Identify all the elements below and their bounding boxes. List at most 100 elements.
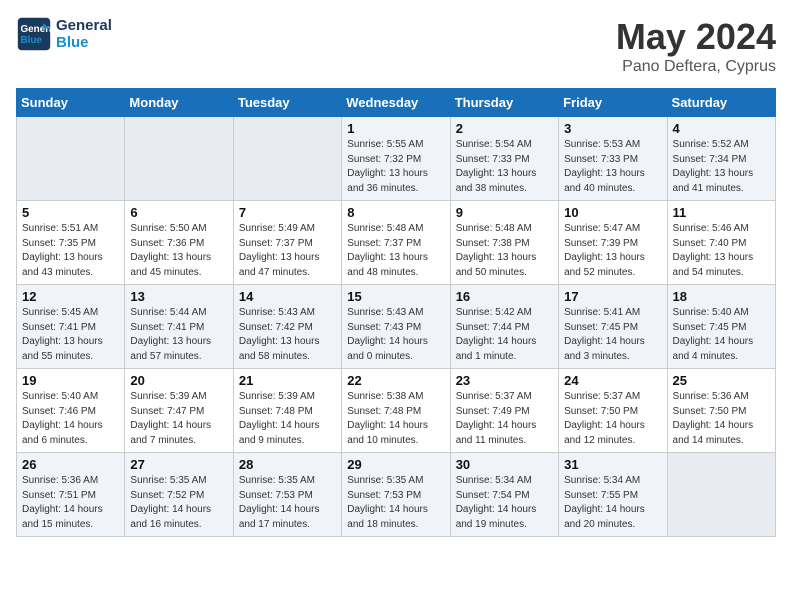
calendar-cell: 16 Sunrise: 5:42 AM Sunset: 7:44 PM Dayli…: [450, 285, 558, 369]
day-number: 1: [347, 121, 444, 136]
cell-info: Sunrise: 5:37 AM Sunset: 7:50 PM Dayligh…: [564, 390, 661, 448]
calendar-cell: 15 Sunrise: 5:43 AM Sunset: 7:43 PM Dayli…: [342, 285, 450, 369]
calendar-cell: 7 Sunrise: 5:49 AM Sunset: 7:37 PM Daylig…: [233, 201, 341, 285]
day-number: 2: [456, 121, 553, 136]
cell-info: Sunrise: 5:36 AM Sunset: 7:50 PM Dayligh…: [673, 390, 770, 448]
calendar-cell: 13 Sunrise: 5:44 AM Sunset: 7:41 PM Dayli…: [125, 285, 233, 369]
weekday-header: Wednesday: [342, 89, 450, 117]
day-number: 3: [564, 121, 661, 136]
calendar-cell: 3 Sunrise: 5:53 AM Sunset: 7:33 PM Daylig…: [559, 117, 667, 201]
day-number: 11: [673, 205, 770, 220]
cell-info: Sunrise: 5:49 AM Sunset: 7:37 PM Dayligh…: [239, 222, 336, 280]
cell-info: Sunrise: 5:43 AM Sunset: 7:43 PM Dayligh…: [347, 306, 444, 364]
cell-info: Sunrise: 5:38 AM Sunset: 7:48 PM Dayligh…: [347, 390, 444, 448]
calendar-cell: 6 Sunrise: 5:50 AM Sunset: 7:36 PM Daylig…: [125, 201, 233, 285]
calendar-cell: 11 Sunrise: 5:46 AM Sunset: 7:40 PM Dayli…: [667, 201, 775, 285]
calendar-cell: [667, 453, 775, 537]
cell-info: Sunrise: 5:36 AM Sunset: 7:51 PM Dayligh…: [22, 474, 119, 532]
cell-info: Sunrise: 5:52 AM Sunset: 7:34 PM Dayligh…: [673, 138, 770, 196]
calendar-cell: 14Sunrise: 5:43 AM Sunset: 7:42 PM Dayli…: [233, 285, 341, 369]
cell-info: Sunrise: 5:47 AM Sunset: 7:39 PM Dayligh…: [564, 222, 661, 280]
cell-info: Sunrise: 5:53 AM Sunset: 7:33 PM Dayligh…: [564, 138, 661, 196]
day-number: 17: [564, 289, 661, 304]
cell-info: Sunrise: 5:34 AM Sunset: 7:54 PM Dayligh…: [456, 474, 553, 532]
weekday-header: Friday: [559, 89, 667, 117]
calendar-cell: 23Sunrise: 5:37 AM Sunset: 7:49 PM Dayli…: [450, 369, 558, 453]
cell-info: Sunrise: 5:35 AM Sunset: 7:52 PM Dayligh…: [130, 474, 227, 532]
day-number: 30: [456, 457, 553, 472]
cell-info: Sunrise: 5:55 AM Sunset: 7:32 PM Dayligh…: [347, 138, 444, 196]
calendar-week-row: 26 Sunrise: 5:36 AM Sunset: 7:51 PM Dayli…: [17, 453, 776, 537]
day-number: 21: [239, 373, 336, 388]
day-number: 4: [673, 121, 770, 136]
cell-info: Sunrise: 5:44 AM Sunset: 7:41 PM Dayligh…: [130, 306, 227, 364]
calendar-cell: 29Sunrise: 5:35 AM Sunset: 7:53 PM Dayli…: [342, 453, 450, 537]
cell-info: Sunrise: 5:37 AM Sunset: 7:49 PM Dayligh…: [456, 390, 553, 448]
cell-info: Sunrise: 5:48 AM Sunset: 7:37 PM Dayligh…: [347, 222, 444, 280]
day-number: 18: [673, 289, 770, 304]
cell-info: Sunrise: 5:39 AM Sunset: 7:47 PM Dayligh…: [130, 390, 227, 448]
calendar-cell: [17, 117, 125, 201]
day-number: 31: [564, 457, 661, 472]
day-number: 12: [22, 289, 119, 304]
day-number: 26: [22, 457, 119, 472]
weekday-header: Tuesday: [233, 89, 341, 117]
cell-info: Sunrise: 5:45 AM Sunset: 7:41 PM Dayligh…: [22, 306, 119, 364]
day-number: 29: [347, 457, 444, 472]
day-number: 16: [456, 289, 553, 304]
calendar-cell: 9 Sunrise: 5:48 AM Sunset: 7:38 PM Daylig…: [450, 201, 558, 285]
calendar-cell: [233, 117, 341, 201]
calendar-cell: 24 Sunrise: 5:37 AM Sunset: 7:50 PM Dayli…: [559, 369, 667, 453]
day-number: 10: [564, 205, 661, 220]
day-number: 27: [130, 457, 227, 472]
logo: General Blue General Blue: [16, 16, 112, 52]
day-number: 5: [22, 205, 119, 220]
svg-text:Blue: Blue: [21, 35, 43, 46]
day-number: 19: [22, 373, 119, 388]
weekday-header: Sunday: [17, 89, 125, 117]
svg-text:General: General: [21, 24, 53, 35]
calendar-cell: [125, 117, 233, 201]
day-number: 6: [130, 205, 227, 220]
calendar-cell: 12 Sunrise: 5:45 AM Sunset: 7:41 PM Dayli…: [17, 285, 125, 369]
calendar-week-row: 12 Sunrise: 5:45 AM Sunset: 7:41 PM Dayli…: [17, 285, 776, 369]
cell-info: Sunrise: 5:40 AM Sunset: 7:46 PM Dayligh…: [22, 390, 119, 448]
weekday-header: Saturday: [667, 89, 775, 117]
day-number: 9: [456, 205, 553, 220]
day-number: 24: [564, 373, 661, 388]
calendar-cell: 19 Sunrise: 5:40 AM Sunset: 7:46 PM Dayli…: [17, 369, 125, 453]
calendar-week-row: 19 Sunrise: 5:40 AM Sunset: 7:46 PM Dayli…: [17, 369, 776, 453]
location: Pano Deftera, Cyprus: [616, 58, 776, 76]
weekday-header: Thursday: [450, 89, 558, 117]
calendar-cell: 21Sunrise: 5:39 AM Sunset: 7:48 PM Dayli…: [233, 369, 341, 453]
day-number: 28: [239, 457, 336, 472]
day-number: 15: [347, 289, 444, 304]
day-number: 25: [673, 373, 770, 388]
cell-info: Sunrise: 5:41 AM Sunset: 7:45 PM Dayligh…: [564, 306, 661, 364]
calendar-cell: 22Sunrise: 5:38 AM Sunset: 7:48 PM Dayli…: [342, 369, 450, 453]
cell-info: Sunrise: 5:34 AM Sunset: 7:55 PM Dayligh…: [564, 474, 661, 532]
cell-info: Sunrise: 5:42 AM Sunset: 7:44 PM Dayligh…: [456, 306, 553, 364]
day-number: 7: [239, 205, 336, 220]
logo-icon: General Blue: [16, 16, 52, 52]
cell-info: Sunrise: 5:46 AM Sunset: 7:40 PM Dayligh…: [673, 222, 770, 280]
day-number: 14: [239, 289, 336, 304]
day-number: 8: [347, 205, 444, 220]
calendar-cell: 10 Sunrise: 5:47 AM Sunset: 7:39 PM Dayli…: [559, 201, 667, 285]
calendar-cell: 28 Sunrise: 5:35 AM Sunset: 7:53 PM Dayli…: [233, 453, 341, 537]
cell-info: Sunrise: 5:50 AM Sunset: 7:36 PM Dayligh…: [130, 222, 227, 280]
calendar: SundayMondayTuesdayWednesdayThursdayFrid…: [16, 88, 776, 537]
month-title: May 2024: [616, 16, 776, 58]
calendar-cell: 20Sunrise: 5:39 AM Sunset: 7:47 PM Dayli…: [125, 369, 233, 453]
calendar-cell: 18 Sunrise: 5:40 AM Sunset: 7:45 PM Dayli…: [667, 285, 775, 369]
title-block: May 2024 Pano Deftera, Cyprus: [616, 16, 776, 76]
weekday-header: Monday: [125, 89, 233, 117]
day-number: 13: [130, 289, 227, 304]
calendar-week-row: 5 Sunrise: 5:51 AM Sunset: 7:35 PM Daylig…: [17, 201, 776, 285]
calendar-week-row: 1 Sunrise: 5:55 AM Sunset: 7:32 PM Daylig…: [17, 117, 776, 201]
cell-info: Sunrise: 5:40 AM Sunset: 7:45 PM Dayligh…: [673, 306, 770, 364]
cell-info: Sunrise: 5:35 AM Sunset: 7:53 PM Dayligh…: [239, 474, 336, 532]
cell-info: Sunrise: 5:48 AM Sunset: 7:38 PM Dayligh…: [456, 222, 553, 280]
calendar-cell: 31 Sunrise: 5:34 AM Sunset: 7:55 PM Dayli…: [559, 453, 667, 537]
cell-info: Sunrise: 5:51 AM Sunset: 7:35 PM Dayligh…: [22, 222, 119, 280]
